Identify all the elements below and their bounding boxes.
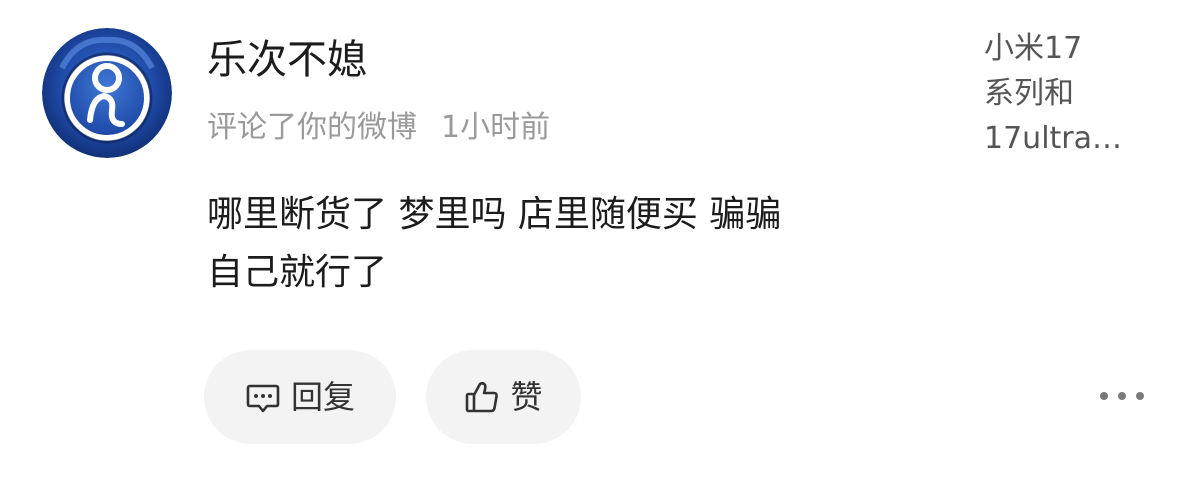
original-post-line: 小米17 bbox=[984, 31, 1083, 66]
original-post-line: 系列和 bbox=[984, 76, 1074, 111]
timestamp: 1小时前 bbox=[441, 110, 551, 145]
thumbs-up-icon bbox=[464, 379, 500, 415]
original-post-title[interactable]: 小米17 系列和 17ultra… bbox=[984, 26, 1154, 161]
avatar[interactable] bbox=[42, 28, 172, 158]
username[interactable]: 乐次不媳 bbox=[207, 34, 367, 86]
comment-icon bbox=[245, 379, 281, 415]
more-dot bbox=[1118, 392, 1126, 400]
more-dot bbox=[1100, 392, 1108, 400]
comment-card: 乐次不媳 评论了你的微博 1小时前 哪里断货了 梦里吗 店里随便买 骗骗 自己就行… bbox=[0, 0, 1200, 485]
comment-content[interactable]: 哪里断货了 梦里吗 店里随便买 骗骗 自己就行了 bbox=[207, 186, 947, 302]
like-button[interactable]: 赞 bbox=[426, 350, 581, 444]
comment-line: 自己就行了 bbox=[207, 252, 388, 293]
comment-meta: 评论了你的微博 1小时前 bbox=[207, 106, 550, 150]
reply-label: 回复 bbox=[290, 378, 355, 416]
comment-action-text: 评论了你的微博 bbox=[207, 110, 417, 145]
more-dot bbox=[1136, 392, 1144, 400]
more-icon[interactable] bbox=[1100, 378, 1144, 414]
reply-button[interactable]: 回复 bbox=[204, 350, 396, 444]
comment-line: 哪里断货了 梦里吗 店里随便买 骗骗 bbox=[207, 194, 782, 235]
like-label: 赞 bbox=[510, 378, 543, 416]
original-post-line: 17ultra… bbox=[984, 121, 1123, 156]
team-logo-icon bbox=[42, 28, 172, 158]
